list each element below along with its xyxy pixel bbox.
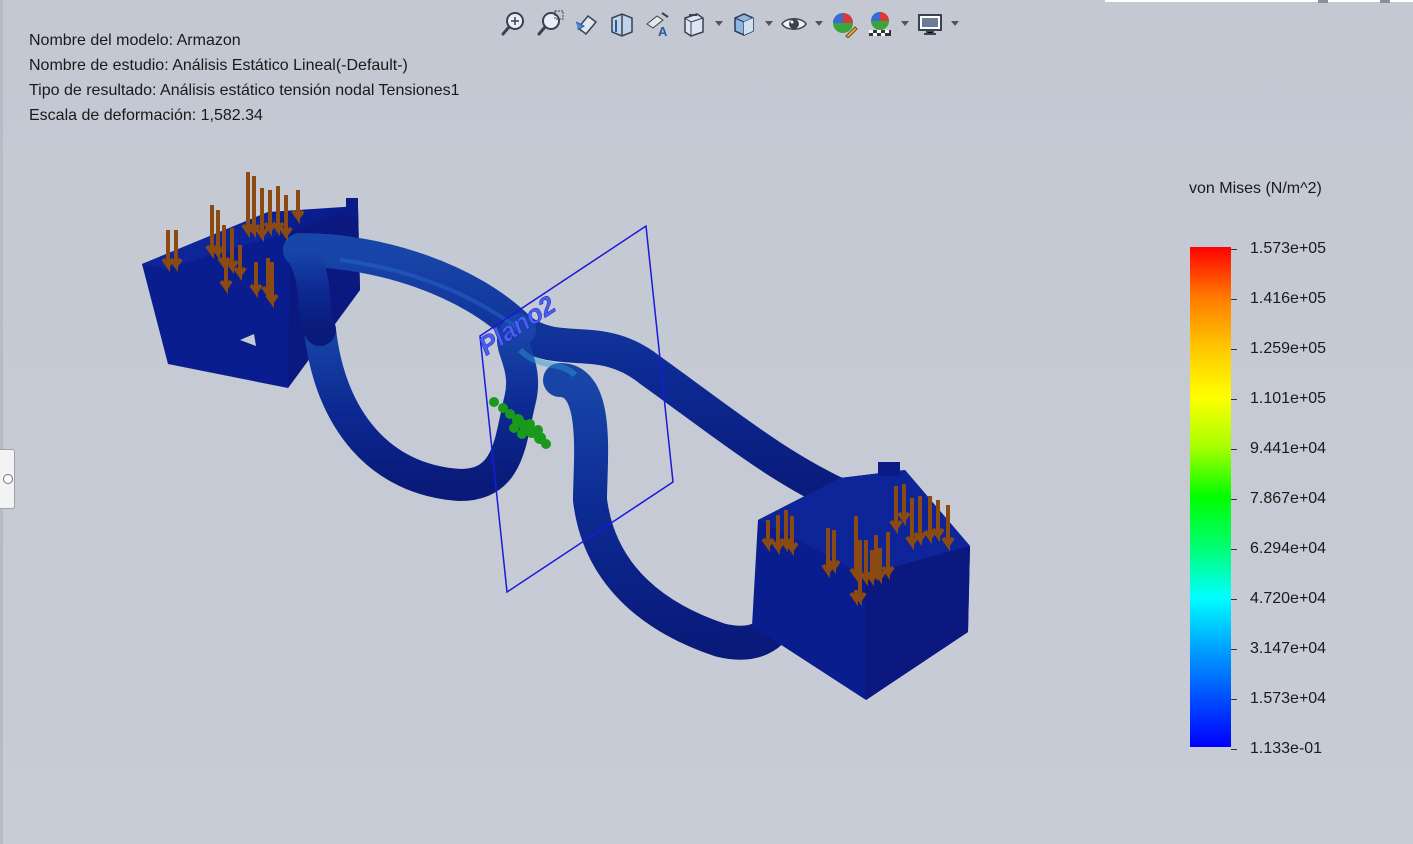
legend-label: 1.416e+05 bbox=[1250, 290, 1327, 307]
legend-tick bbox=[1231, 499, 1237, 500]
legend-tick bbox=[1231, 249, 1237, 250]
edit-appearance-icon bbox=[833, 13, 858, 38]
dynamic-annotation-views-icon: A bbox=[646, 12, 669, 38]
zoom-to-fit-button[interactable] bbox=[498, 8, 530, 40]
legend-label: 1.259e+05 bbox=[1250, 340, 1327, 357]
view-orientation-menu-caret[interactable] bbox=[714, 8, 724, 40]
display-style-button[interactable] bbox=[728, 8, 760, 40]
view-orientation-button[interactable] bbox=[678, 8, 710, 40]
display-style-icon bbox=[734, 13, 754, 36]
hide-show-items-menu-caret[interactable] bbox=[814, 8, 824, 40]
load-arrow-icon bbox=[169, 230, 183, 273]
graphics-viewport[interactable]: Plano2 bbox=[120, 150, 1000, 730]
legend-label: 1.573e+05 bbox=[1250, 240, 1327, 257]
load-arrow-icon bbox=[271, 186, 285, 237]
load-arrow-icon bbox=[291, 190, 305, 225]
legend-tick bbox=[1231, 749, 1237, 750]
window-left-edge bbox=[0, 0, 3, 844]
dynamic-annotation-views-button[interactable]: A bbox=[642, 8, 674, 40]
display-style-menu-caret[interactable] bbox=[764, 8, 774, 40]
svg-text:A: A bbox=[658, 24, 668, 38]
chevron-down-icon bbox=[951, 21, 959, 26]
chevron-down-icon bbox=[901, 21, 909, 26]
stress-plot-model: Plano2 bbox=[142, 172, 970, 700]
apply-scene-icon bbox=[869, 12, 891, 36]
hide-show-items-icon bbox=[781, 18, 807, 30]
window-control-minimize[interactable] bbox=[1318, 0, 1328, 3]
legend-label: 7.867e+04 bbox=[1250, 490, 1327, 507]
study-name-text: Nombre de estudio: Análisis Estático Lin… bbox=[29, 57, 408, 74]
chevron-down-icon bbox=[715, 21, 723, 26]
legend-color-bar bbox=[1190, 247, 1231, 747]
view-orientation-icon bbox=[684, 13, 704, 37]
study-info-panel: Nombre del modelo: Armazon Nombre de est… bbox=[29, 28, 460, 128]
apply-scene-menu-caret[interactable] bbox=[900, 8, 910, 40]
chevron-down-icon bbox=[765, 21, 773, 26]
legend-label: 9.441e+04 bbox=[1250, 440, 1327, 457]
zoom-to-fit-icon bbox=[501, 12, 524, 36]
load-arrow-icon bbox=[255, 188, 269, 243]
panel-collapse-handle[interactable] bbox=[0, 449, 15, 509]
previous-view-icon bbox=[575, 14, 598, 36]
view-settings-button[interactable] bbox=[914, 8, 946, 40]
section-view-icon bbox=[611, 13, 633, 37]
legend-label: 1.101e+05 bbox=[1250, 390, 1327, 407]
view-settings-menu-caret[interactable] bbox=[950, 8, 960, 40]
hide-show-items-button[interactable] bbox=[778, 8, 810, 40]
load-arrow-icon bbox=[205, 205, 219, 260]
section-view-button[interactable] bbox=[606, 8, 638, 40]
legend-label: 1.573e+04 bbox=[1250, 690, 1327, 707]
legend-tick bbox=[1231, 349, 1237, 350]
top-border bbox=[1105, 0, 1413, 2]
zoom-to-area-button[interactable] bbox=[534, 8, 566, 40]
legend-title: von Mises (N/m^2) bbox=[1189, 180, 1322, 197]
legend-tick bbox=[1231, 399, 1237, 400]
legend-tick bbox=[1231, 299, 1237, 300]
result-type-text: Tipo de resultado: Análisis estático ten… bbox=[29, 82, 460, 99]
legend-tick bbox=[1231, 449, 1237, 450]
zoom-to-area-icon bbox=[537, 10, 564, 36]
legend-label: 6.294e+04 bbox=[1250, 540, 1327, 557]
model-name-text: Nombre del modelo: Armazon bbox=[29, 32, 241, 49]
legend-label: 4.720e+04 bbox=[1250, 590, 1327, 607]
legend-label: 3.147e+04 bbox=[1250, 640, 1327, 657]
window-control-restore[interactable] bbox=[1380, 0, 1390, 3]
chevron-down-icon bbox=[815, 21, 823, 26]
edit-appearance-button[interactable] bbox=[828, 8, 860, 40]
legend-label: 1.133e-01 bbox=[1250, 740, 1323, 757]
legend-tick bbox=[1231, 549, 1237, 550]
deformation-scale-text: Escala de deformación: 1,582.34 bbox=[29, 107, 263, 124]
view-settings-icon bbox=[918, 14, 942, 35]
legend-tick bbox=[1231, 599, 1237, 600]
handle-dot-icon bbox=[3, 474, 13, 484]
previous-view-button[interactable] bbox=[570, 8, 602, 40]
heads-up-view-toolbar: A bbox=[498, 6, 960, 42]
legend-tick bbox=[1231, 699, 1237, 700]
apply-scene-button[interactable] bbox=[864, 8, 896, 40]
legend-tick bbox=[1231, 649, 1237, 650]
